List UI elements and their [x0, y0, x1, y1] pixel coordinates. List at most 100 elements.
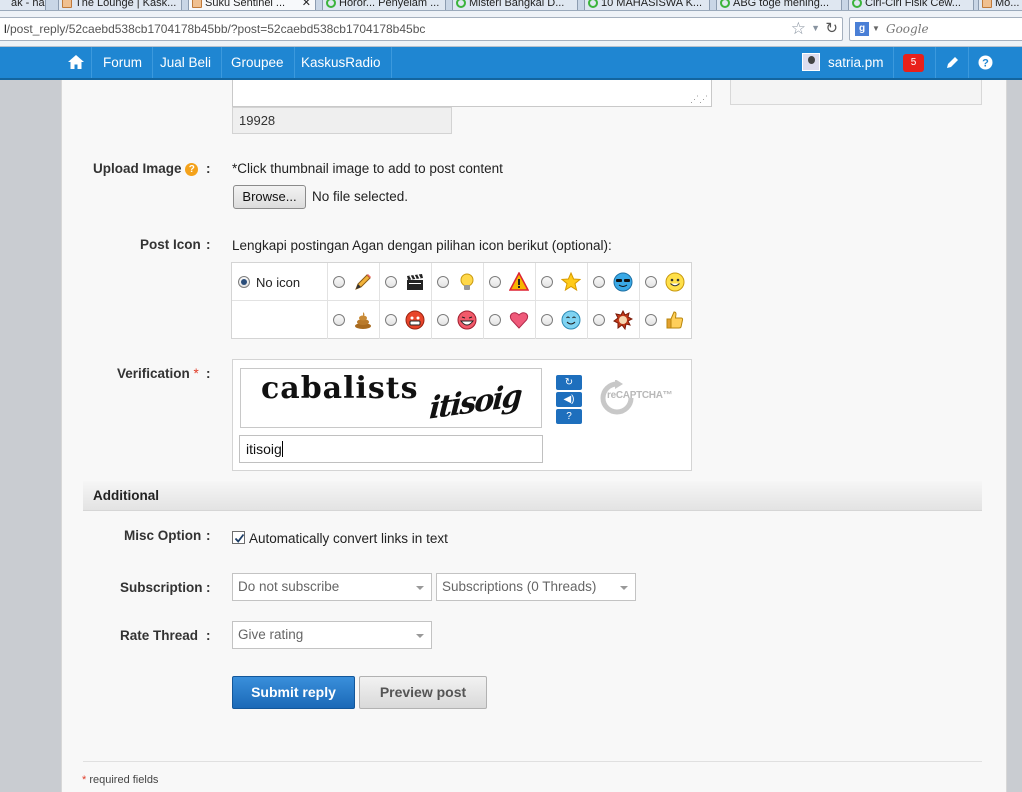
icon-option[interactable]: [588, 301, 640, 339]
radio-button[interactable]: [333, 314, 345, 326]
loading-icon: [456, 0, 466, 8]
icon-option[interactable]: [536, 301, 588, 339]
tab-title: ak - ha...: [11, 0, 45, 9]
icon-option-none[interactable]: No icon: [232, 263, 328, 301]
heart-icon: [509, 312, 529, 329]
history-dropdown-icon[interactable]: ▼: [811, 23, 820, 33]
home-button[interactable]: [59, 47, 92, 78]
thumbs-up-icon: [666, 311, 684, 329]
loading-icon: [720, 0, 730, 8]
burst-face-icon: [613, 310, 633, 330]
radio-button[interactable]: [437, 276, 449, 288]
browser-tab[interactable]: The Lounge | Kask...: [58, 0, 182, 10]
subscription-select[interactable]: Do not subscribe: [232, 573, 432, 601]
tab-title: Ciri-Ciri Fisik Cew...: [865, 0, 961, 9]
radio-button[interactable]: [489, 314, 501, 326]
address-bar[interactable]: l/post_reply/52caebd538cb1704178b45bb/?p…: [0, 17, 843, 41]
verification-label: Verification *: [117, 366, 199, 381]
browser-tab[interactable]: Misteri Bangkai D...: [452, 0, 578, 10]
convert-links-checkbox[interactable]: [232, 531, 245, 544]
divider: [83, 761, 982, 762]
poop-icon: [355, 312, 371, 329]
browser-tab[interactable]: Horor... Penyelam ...: [322, 0, 446, 10]
captcha-help-button[interactable]: ?: [556, 409, 582, 424]
browser-tab[interactable]: ak - ha...: [0, 0, 46, 10]
tab-title: The Lounge | Kask...: [75, 0, 177, 9]
bookmark-star-icon[interactable]: ☆: [791, 19, 806, 39]
browser-tab[interactable]: Ciri-Ciri Fisik Cew...: [848, 0, 974, 10]
checkmark-icon: [234, 533, 245, 543]
resize-grip-icon[interactable]: ⋰⋰: [690, 95, 708, 104]
google-icon[interactable]: g: [855, 22, 869, 36]
captcha-refresh-button[interactable]: ↻: [556, 375, 582, 390]
post-icon-prompt: Lengkapi postingan Agan dengan pilihan i…: [232, 238, 612, 253]
avatar[interactable]: [802, 53, 820, 71]
username-link[interactable]: satria.pm: [828, 47, 884, 78]
icon-option[interactable]: [484, 301, 536, 339]
radio-button[interactable]: [437, 314, 449, 326]
icon-option[interactable]: [380, 301, 432, 339]
tab-title: ABG toge mening...: [733, 0, 829, 9]
icon-option[interactable]: [432, 263, 484, 301]
nav-link-groupee[interactable]: Groupee: [221, 47, 295, 78]
message-textarea[interactable]: ⋰⋰: [232, 80, 712, 107]
pencil-icon[interactable]: [945, 55, 960, 70]
radio-button[interactable]: [541, 314, 553, 326]
tab-title: 10 MAHASISWA K...: [601, 0, 703, 9]
browse-button[interactable]: Browse...: [233, 185, 306, 209]
post-icon-label: Post Icon: [140, 237, 201, 252]
radio-button[interactable]: [645, 276, 657, 288]
close-tab-icon[interactable]: ✕: [302, 0, 311, 10]
clapperboard-icon: [407, 274, 423, 290]
rate-thread-select[interactable]: Give rating: [232, 621, 432, 649]
nav-link-kaskusradio[interactable]: KaskusRadio: [291, 47, 392, 78]
icon-option[interactable]: [640, 263, 692, 301]
browser-tab[interactable]: 10 MAHASISWA K...: [584, 0, 710, 10]
icon-option[interactable]: [328, 301, 380, 339]
radio-button[interactable]: [645, 314, 657, 326]
convert-links-label[interactable]: Automatically convert links in text: [249, 531, 448, 546]
search-bar[interactable]: g ▼ Google: [849, 17, 1022, 41]
additional-section-header: Additional: [83, 481, 982, 511]
browser-tab[interactable]: ABG toge mening...: [716, 0, 842, 10]
icon-option[interactable]: [380, 263, 432, 301]
radio-button[interactable]: [333, 276, 345, 288]
icon-option[interactable]: [536, 263, 588, 301]
radio-button[interactable]: [593, 276, 605, 288]
radio-button[interactable]: [238, 276, 250, 288]
nav-divider: [893, 47, 894, 78]
radio-button[interactable]: [593, 314, 605, 326]
icon-option[interactable]: [640, 301, 692, 339]
text-cursor: [281, 441, 283, 457]
nav-link-forum[interactable]: Forum: [93, 47, 154, 78]
info-icon[interactable]: ?: [185, 163, 199, 176]
radio-button[interactable]: [489, 276, 501, 288]
icon-option[interactable]: [328, 263, 380, 301]
help-icon[interactable]: ?: [978, 55, 993, 70]
captcha-answer-input[interactable]: itisoig: [239, 435, 543, 463]
notification-badge[interactable]: 5: [903, 54, 924, 72]
captcha-word-1: cabalists: [261, 371, 419, 406]
browser-tab-active[interactable]: Suku Sentinel ... ✕: [188, 0, 316, 10]
colon: :: [206, 580, 211, 595]
reload-icon[interactable]: ↻: [825, 19, 838, 37]
captcha-audio-button[interactable]: ◀): [556, 392, 582, 407]
submit-reply-button[interactable]: Submit reply: [232, 676, 355, 709]
radio-button[interactable]: [385, 276, 397, 288]
browser-tab[interactable]: Mo...: [978, 0, 1022, 10]
tab-title: Suku Sentinel ...: [205, 0, 286, 9]
recaptcha-logo: reCAPTCHA™: [599, 378, 675, 418]
search-engine-dropdown-icon[interactable]: ▼: [872, 24, 880, 33]
icon-option[interactable]: [432, 301, 484, 339]
icon-option[interactable]: [588, 263, 640, 301]
required-note-text: required fields: [86, 774, 159, 786]
chevron-down-icon: [416, 634, 424, 638]
preview-post-button[interactable]: Preview post: [359, 676, 487, 709]
icon-option[interactable]: [484, 263, 536, 301]
nav-link-jual-beli[interactable]: Jual Beli: [150, 47, 223, 78]
radio-button[interactable]: [385, 314, 397, 326]
radio-button[interactable]: [541, 276, 553, 288]
colon: :: [206, 628, 211, 643]
subscription-folder-select[interactable]: Subscriptions (0 Threads): [436, 573, 636, 601]
page-favicon-icon: [62, 0, 72, 8]
